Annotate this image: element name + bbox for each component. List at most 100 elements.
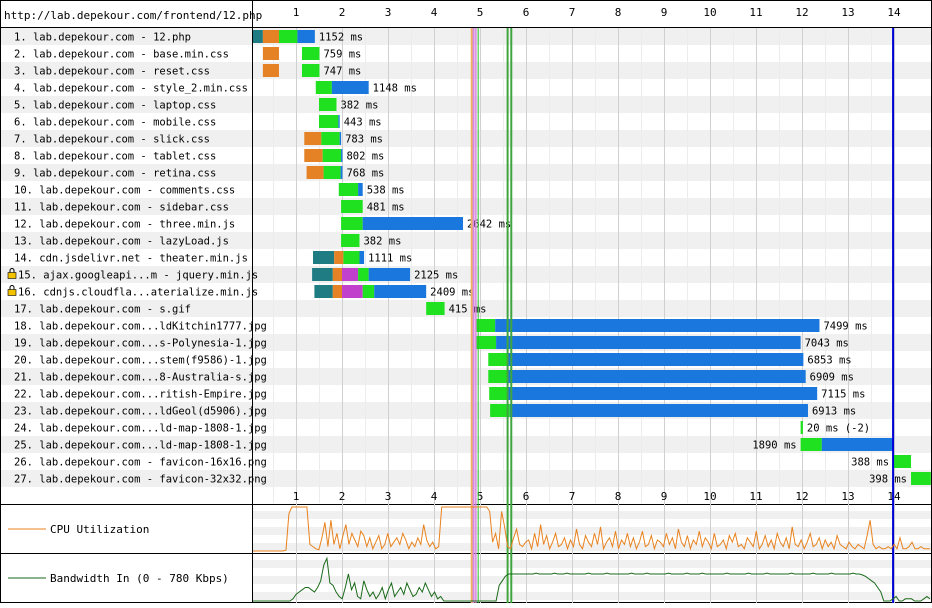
bar-download bbox=[507, 370, 806, 383]
tick-label-bottom: 12 bbox=[795, 490, 808, 503]
bar-ttfb bbox=[321, 132, 340, 145]
bar-ttfb bbox=[488, 370, 508, 383]
graph-stripe bbox=[252, 511, 932, 519]
tick-label-top: 6 bbox=[523, 6, 530, 19]
bar-ttfb bbox=[301, 47, 320, 60]
tick-label-bottom: 1 bbox=[293, 490, 300, 503]
bar-ttfb bbox=[341, 200, 363, 213]
tick-label-top: 13 bbox=[841, 6, 854, 19]
duration-label: 747 ms bbox=[323, 66, 361, 78]
bar-download bbox=[359, 251, 365, 264]
request-label: 2. lab.depekour.com - base.min.css bbox=[14, 49, 229, 61]
duration-label: 7115 ms bbox=[821, 389, 865, 401]
duration-label: 538 ms bbox=[367, 185, 405, 197]
tick-label-bottom: 13 bbox=[841, 490, 854, 503]
bar-ttfb bbox=[893, 455, 912, 468]
duration-label: 20 ms (-2) bbox=[807, 423, 870, 435]
duration-label: 6909 ms bbox=[810, 372, 854, 384]
request-label: 18. lab.depekour.com...ldKitchin1777.jpg bbox=[14, 321, 267, 333]
tick-label-top: 5 bbox=[477, 6, 484, 19]
bar-download bbox=[338, 115, 340, 128]
tick-label-bottom: 3 bbox=[385, 490, 392, 503]
page-url: http://lab.depekour.com/frontend/12.php bbox=[4, 9, 262, 22]
bar-download bbox=[340, 166, 343, 179]
bar-ttfb bbox=[476, 336, 497, 349]
tick-label-top: 12 bbox=[795, 6, 808, 19]
bar-connect bbox=[262, 47, 279, 60]
request-label: 15. ajax.googleapi...m - jquery.min.js bbox=[18, 270, 258, 282]
bar-ttfb bbox=[343, 251, 360, 264]
tick-label-top: 3 bbox=[385, 6, 392, 19]
request-label: 22. lab.depekour.com...ritish-Empire.jpg bbox=[14, 389, 267, 401]
bar-ttfb bbox=[362, 285, 375, 298]
request-label: 9. lab.depekour.com - retina.css bbox=[14, 168, 216, 180]
bar-connect bbox=[262, 30, 279, 43]
waterfall-chart: 11223344556677889910101111121213131414 1… bbox=[0, 0, 932, 603]
bar-connect bbox=[332, 285, 342, 298]
bar-download bbox=[507, 353, 804, 366]
bandwidth-graph-label: Bandwidth In (0 - 780 Kbps) bbox=[50, 572, 229, 585]
tick-label-top: 11 bbox=[749, 6, 762, 19]
bar-download bbox=[374, 285, 427, 298]
request-label: 17. lab.depekour.com - s.gif bbox=[14, 304, 191, 316]
duration-label: 783 ms bbox=[345, 134, 383, 146]
bar-download bbox=[495, 319, 820, 332]
lock-body bbox=[7, 272, 17, 279]
bar-ttfb bbox=[426, 302, 445, 315]
bar-connect bbox=[332, 268, 342, 281]
duration-label: 6853 ms bbox=[807, 355, 851, 367]
bar-download bbox=[362, 217, 463, 230]
tick-label-top: 8 bbox=[615, 6, 622, 19]
bar-ttfb bbox=[911, 472, 931, 485]
bar-ttfb bbox=[301, 64, 320, 77]
duration-label: 382 ms bbox=[363, 236, 401, 248]
bar-download bbox=[496, 336, 801, 349]
bar-dns bbox=[313, 251, 335, 264]
duration-label: 398 ms bbox=[869, 474, 907, 486]
tick-label-top: 1 bbox=[293, 6, 300, 19]
tick-label-bottom: 6 bbox=[523, 490, 530, 503]
duration-label: 768 ms bbox=[346, 168, 384, 180]
request-label: 19. lab.depekour.com...s-Polynesia-1.jpg bbox=[14, 338, 267, 350]
bar-connect bbox=[304, 149, 323, 162]
tick-label-bottom: 9 bbox=[661, 490, 668, 503]
duration-label: 481 ms bbox=[367, 202, 405, 214]
bar-ttfb bbox=[341, 234, 360, 247]
bar-ttfb bbox=[319, 115, 339, 128]
bar-ttfb bbox=[322, 149, 342, 162]
request-label: 16. cdnjs.cloudfla...aterialize.min.js bbox=[18, 287, 258, 299]
graph-stripe bbox=[252, 527, 932, 535]
request-label: 4. lab.depekour.com - style_2.min.css bbox=[14, 83, 248, 95]
duration-label: 759 ms bbox=[323, 49, 361, 61]
lock-body bbox=[7, 289, 17, 296]
bar-download bbox=[509, 404, 808, 417]
request-label: 5. lab.depekour.com - laptop.css bbox=[14, 100, 216, 112]
bar-dns bbox=[314, 285, 333, 298]
tick-label-bottom: 7 bbox=[569, 490, 576, 503]
bar-ttfb bbox=[278, 30, 298, 43]
request-label: 6. lab.depekour.com - mobile.css bbox=[14, 117, 216, 129]
cpu-graph-label: CPU Utilization bbox=[50, 523, 149, 536]
bar-ttfb bbox=[341, 217, 363, 230]
request-label: 14. cdn.jsdelivr.net - theater.min.js bbox=[14, 253, 248, 265]
request-label: 25. lab.depekour.com...ld-map-1808-1.jpg bbox=[14, 440, 267, 452]
duration-label: 7043 ms bbox=[805, 338, 849, 350]
duration-label: 382 ms bbox=[340, 100, 378, 112]
bar-ttfb bbox=[489, 387, 509, 400]
bar-ttfb bbox=[315, 81, 332, 94]
bar-ttfb bbox=[476, 319, 496, 332]
bar-download bbox=[341, 149, 343, 162]
bar-ttfb bbox=[319, 98, 337, 111]
duration-label: 388 ms bbox=[851, 457, 889, 469]
bar-ttfb bbox=[358, 268, 369, 281]
bar-connect bbox=[306, 166, 324, 179]
tick-label-bottom: 2 bbox=[339, 490, 346, 503]
bar-download bbox=[508, 387, 818, 400]
tick-label-top: 4 bbox=[431, 6, 438, 19]
bar-connect bbox=[304, 132, 322, 145]
lock-icon bbox=[7, 285, 17, 296]
duration-label: 1152 ms bbox=[319, 32, 363, 44]
lock-shackle bbox=[9, 285, 15, 290]
duration-label: 6913 ms bbox=[812, 406, 856, 418]
graph-stripe bbox=[252, 576, 932, 584]
